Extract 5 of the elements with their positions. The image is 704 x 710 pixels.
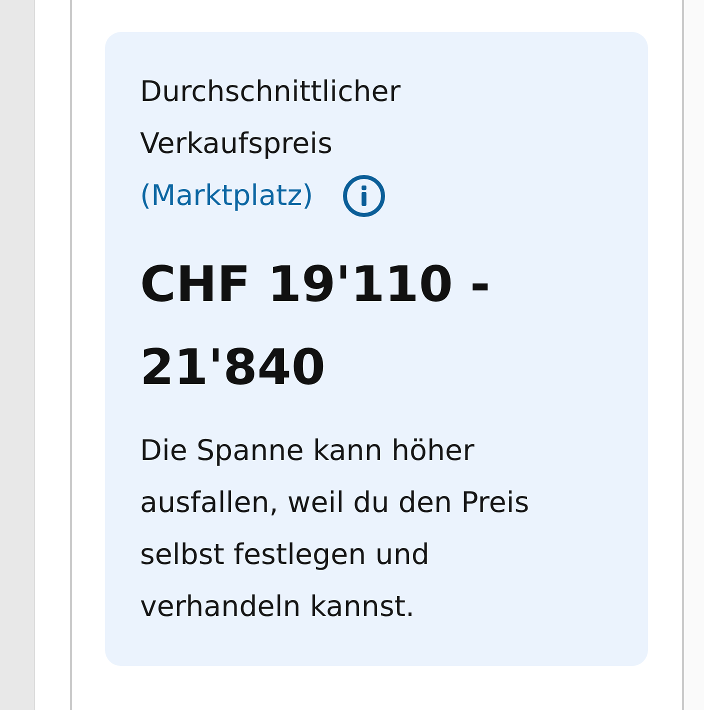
card-title: Durchschnittlicher Verkaufspreis — [140, 74, 402, 162]
price-note: Die Spanne kann höher ausfallen, weil du den Preis selbst festlegen und verhandeln kannst. — [140, 433, 530, 625]
marketplace-link[interactable]: (Marktplatz) — [140, 170, 314, 222]
price-range: CHF 19'110 - 21'840 — [140, 255, 492, 398]
info-icon[interactable] — [343, 175, 386, 217]
